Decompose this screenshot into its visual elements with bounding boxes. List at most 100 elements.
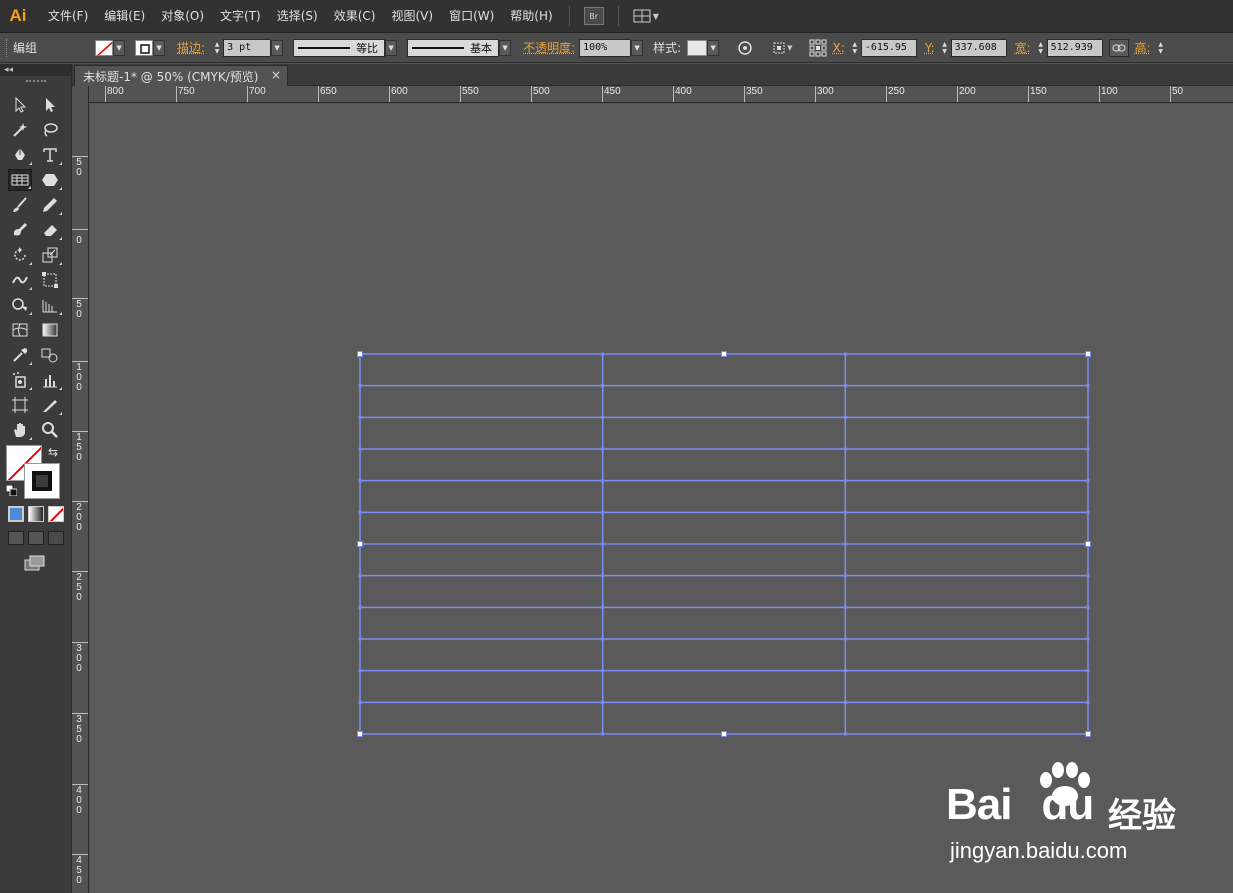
paintbrush-tool-icon[interactable] [8, 194, 32, 216]
horizontal-ruler[interactable]: 800 750 700 650 600 550 500 450 400 350 … [89, 86, 1233, 103]
anchor-point[interactable] [843, 447, 847, 451]
shape-builder-tool-icon[interactable] [8, 294, 32, 316]
anchor-point[interactable] [1086, 510, 1090, 514]
anchor-point[interactable] [843, 542, 847, 546]
anchor-point[interactable] [601, 700, 605, 704]
height-label[interactable]: 高: [1135, 39, 1151, 56]
opacity-label[interactable]: 不透明度: [523, 39, 575, 56]
anchor-point[interactable] [843, 732, 847, 736]
width-stepper[interactable]: ▲ ▼ [1035, 39, 1047, 57]
y-label[interactable]: Y: [925, 41, 935, 55]
bounding-box-handle[interactable] [357, 731, 363, 737]
brush-dropdown[interactable]: ▼ [499, 39, 512, 56]
opacity-input[interactable]: 100% [579, 38, 632, 57]
menu-view[interactable]: 视图(V) [383, 0, 441, 33]
anchor-point[interactable] [601, 447, 605, 451]
anchor-point[interactable] [843, 574, 847, 578]
anchor-point[interactable] [358, 510, 362, 514]
constrain-proportions-button[interactable] [1108, 38, 1129, 57]
x-stepper[interactable]: ▲ ▼ [849, 39, 861, 57]
document-tab[interactable]: 未标题-1* @ 50% (CMYK/预览) × [74, 65, 288, 86]
color-mode-button[interactable] [8, 506, 24, 522]
menu-window[interactable]: 窗口(W) [441, 0, 502, 33]
stroke-label[interactable]: 描边: [177, 39, 205, 56]
eraser-tool-icon[interactable] [38, 219, 62, 241]
anchor-point[interactable] [843, 510, 847, 514]
magic-wand-tool-icon[interactable] [8, 119, 32, 141]
anchor-point[interactable] [1086, 384, 1090, 388]
anchor-point[interactable] [843, 605, 847, 609]
bounding-box-handle[interactable] [357, 351, 363, 357]
anchor-point[interactable] [1086, 479, 1090, 483]
anchor-point[interactable] [1086, 637, 1090, 641]
table-grid-tool-icon[interactable] [8, 169, 32, 191]
blend-tool-icon[interactable] [38, 344, 62, 366]
free-transform-tool-icon[interactable] [38, 269, 62, 291]
recolor-artwork-icon[interactable] [737, 40, 753, 56]
bounding-box-handle[interactable] [357, 541, 363, 547]
gradient-tool-icon[interactable] [38, 319, 62, 341]
chevron-down-icon[interactable]: ▼ [787, 44, 792, 52]
style-dropdown[interactable]: ▼ [707, 39, 720, 56]
bounding-box-handle[interactable] [1085, 731, 1091, 737]
menu-effect[interactable]: 效果(C) [326, 0, 384, 33]
stroke-swatch[interactable] [135, 39, 154, 56]
zoom-tool-icon[interactable] [38, 419, 62, 441]
panel-grip[interactable] [25, 80, 46, 82]
anchor-point[interactable] [601, 732, 605, 736]
polygon-tool-icon[interactable] [38, 169, 62, 191]
rotate-tool-icon[interactable] [8, 244, 32, 266]
width-tool-icon[interactable] [8, 269, 32, 291]
anchor-point[interactable] [358, 574, 362, 578]
draw-normal-icon[interactable] [8, 531, 24, 545]
graphic-style-swatch[interactable] [687, 39, 708, 56]
menu-select[interactable]: 选择(S) [269, 0, 326, 33]
slice-tool-icon[interactable] [38, 394, 62, 416]
anchor-point[interactable] [843, 479, 847, 483]
draw-behind-icon[interactable] [28, 531, 44, 545]
lasso-tool-icon[interactable] [38, 119, 62, 141]
stroke-color-box[interactable] [24, 463, 60, 499]
anchor-point[interactable] [601, 669, 605, 673]
bounding-box-handle[interactable] [721, 351, 727, 357]
width-label[interactable]: 宽: [1015, 39, 1031, 56]
perspective-grid-tool-icon[interactable] [38, 294, 62, 316]
artboard-tool-icon[interactable] [8, 394, 32, 416]
column-graph-tool-icon[interactable] [38, 369, 62, 391]
swap-fill-stroke-icon[interactable]: ⇆ [48, 445, 58, 459]
anchor-point[interactable] [601, 384, 605, 388]
menu-file[interactable]: 文件(F) [40, 0, 96, 33]
fill-swatch[interactable] [95, 39, 114, 56]
variable-width-profile[interactable]: 等比 [293, 38, 386, 57]
anchor-point[interactable] [358, 605, 362, 609]
y-input[interactable]: 337.608 [950, 38, 1007, 57]
anchor-point[interactable] [1086, 669, 1090, 673]
anchor-point[interactable] [601, 605, 605, 609]
screen-mode-icon[interactable] [24, 555, 46, 571]
workspace-switcher-button[interactable]: ▼ [633, 9, 659, 23]
menu-help[interactable]: 帮助(H) [502, 0, 560, 33]
direct-selection-tool-icon[interactable] [38, 94, 62, 116]
x-label[interactable]: X: [833, 41, 845, 55]
close-icon[interactable]: × [271, 68, 281, 82]
width-input[interactable]: 512.939 [1046, 38, 1103, 57]
anchor-point[interactable] [601, 479, 605, 483]
fill-dropdown[interactable]: ▼ [113, 39, 126, 56]
anchor-point[interactable] [358, 384, 362, 388]
anchor-point[interactable] [358, 700, 362, 704]
blob-brush-tool-icon[interactable] [8, 219, 32, 241]
reference-point-icon[interactable] [809, 39, 827, 57]
anchor-point[interactable] [358, 479, 362, 483]
default-fill-stroke-icon[interactable] [5, 484, 18, 497]
x-input[interactable]: -615.95 [860, 38, 917, 57]
anchor-point[interactable] [843, 637, 847, 641]
anchor-point[interactable] [1086, 700, 1090, 704]
anchor-point[interactable] [358, 447, 362, 451]
stroke-weight-stepper[interactable]: ▲ ▼ [211, 39, 223, 57]
bounding-box-handle[interactable] [721, 731, 727, 737]
menu-object[interactable]: 对象(O) [153, 0, 212, 33]
anchor-point[interactable] [843, 384, 847, 388]
none-mode-button[interactable] [48, 506, 64, 522]
anchor-point[interactable] [601, 574, 605, 578]
align-to-icon[interactable] [771, 40, 787, 56]
